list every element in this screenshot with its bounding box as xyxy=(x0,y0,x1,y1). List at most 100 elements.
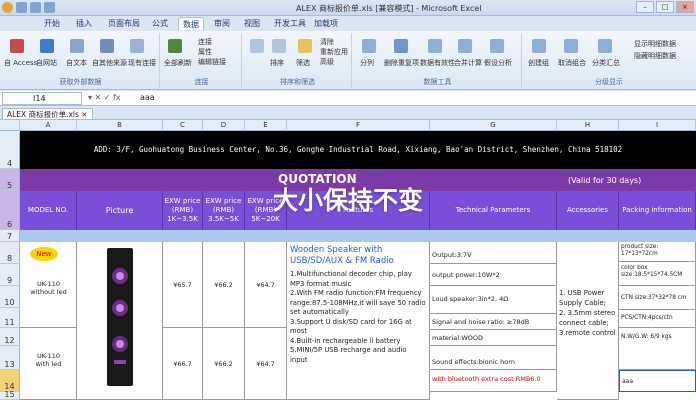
remove-duplicates-button[interactable]: 删除重复项 xyxy=(384,58,419,68)
column-header-h[interactable]: H xyxy=(557,120,619,131)
sort-icon[interactable] xyxy=(272,39,286,53)
properties-button[interactable]: 属性 xyxy=(198,47,212,57)
sort-az-icon[interactable] xyxy=(250,39,264,53)
web-icon[interactable] xyxy=(40,39,54,53)
show-detail-button[interactable]: 显示明细数据 xyxy=(634,39,676,49)
group-icon[interactable] xyxy=(532,39,546,53)
picture-cell[interactable] xyxy=(77,242,163,400)
what-if-icon[interactable] xyxy=(490,39,504,53)
tech-cell-6[interactable]: Sound effects:bionic horn xyxy=(430,346,557,370)
header-packing[interactable]: Packing information xyxy=(619,191,696,230)
advanced-button[interactable]: 高级 xyxy=(320,57,334,67)
text-to-columns-icon[interactable] xyxy=(362,39,376,53)
from-web-button[interactable]: 自网站 xyxy=(36,58,57,68)
column-header-d[interactable]: D xyxy=(203,120,245,131)
filter-icon[interactable] xyxy=(298,39,312,53)
packing-cell-selected[interactable]: aaa xyxy=(619,370,696,392)
quick-access-toolbar[interactable] xyxy=(2,2,55,13)
subtotal-icon[interactable] xyxy=(598,39,612,53)
row-header-5[interactable]: 5 xyxy=(0,169,20,191)
office-button-icon[interactable] xyxy=(2,2,13,13)
tech-cell-1[interactable]: Output:3.7V xyxy=(430,242,557,264)
sort-button[interactable]: 排序 xyxy=(270,58,284,68)
refresh-all-icon[interactable] xyxy=(168,39,182,53)
existing-connections-icon[interactable] xyxy=(130,39,144,53)
row-header-15[interactable]: 15 xyxy=(0,390,20,400)
data-validation-icon[interactable] xyxy=(428,39,442,53)
tech-cell-5[interactable]: material:WOOD xyxy=(430,330,557,346)
select-all-corner[interactable] xyxy=(0,120,20,131)
packing-cell-3[interactable]: CTN size:37*32*78 cm xyxy=(619,286,696,310)
price-cell-2b[interactable]: ¥66.2 xyxy=(203,328,245,400)
from-text-button[interactable]: 自文本 xyxy=(66,58,87,68)
packing-cell-5[interactable]: N.W/G.W: 6/9 kgs xyxy=(619,328,696,370)
hide-detail-button[interactable]: 隐藏明细数据 xyxy=(634,51,676,61)
tab-review[interactable]: 审阅 xyxy=(210,17,234,30)
close-button[interactable]: × xyxy=(676,1,694,13)
formula-icons[interactable]: ▾ ✕ ✓ fx xyxy=(88,93,121,102)
row-header-14[interactable]: 14 xyxy=(0,370,20,392)
tab-page-layout[interactable]: 页面布局 xyxy=(104,17,144,30)
tab-view[interactable]: 视图 xyxy=(240,17,264,30)
price-cell-2a[interactable]: ¥66.7 xyxy=(163,328,203,400)
column-header-f[interactable]: F xyxy=(287,120,430,131)
tab-developer[interactable]: 开发工具 xyxy=(270,17,310,30)
header-model[interactable]: MODEL NO. xyxy=(20,191,77,230)
header-picture[interactable]: Picture xyxy=(77,191,163,230)
clear-button[interactable]: 清除 xyxy=(320,37,334,47)
tab-home[interactable]: 开始 xyxy=(40,17,64,30)
price-cell-2c[interactable]: ¥64.7 xyxy=(245,328,287,400)
ungroup-icon[interactable] xyxy=(564,39,578,53)
minimize-button[interactable]: – xyxy=(636,1,654,13)
edit-links-button[interactable]: 编辑链接 xyxy=(198,57,226,67)
data-validation-button[interactable]: 数据有效性 xyxy=(420,58,455,68)
column-header-i[interactable]: I xyxy=(619,120,696,131)
from-access-button[interactable]: 自 Access xyxy=(4,58,37,68)
model-cell-2[interactable]: UK-110 with led xyxy=(20,328,77,400)
access-icon[interactable] xyxy=(10,39,24,53)
tech-cell-4[interactable]: Signal and noise ratio: ≥78dB xyxy=(430,314,557,330)
column-header-e[interactable]: E xyxy=(245,120,287,131)
price-cell-1b[interactable]: ¥66.2 xyxy=(203,242,245,328)
row-header-13[interactable]: 13 xyxy=(0,346,20,370)
refresh-all-button[interactable]: 全部刷新 xyxy=(164,58,192,68)
existing-connections-button[interactable]: 现有连接 xyxy=(128,58,156,68)
column-header-c[interactable]: C xyxy=(163,120,203,131)
consolidate-button[interactable]: 合并计算 xyxy=(454,58,482,68)
tab-formulas[interactable]: 公式 xyxy=(148,17,172,30)
what-if-button[interactable]: 假设分析 xyxy=(484,58,512,68)
redo-icon[interactable] xyxy=(44,2,55,13)
text-to-columns-button[interactable]: 分列 xyxy=(360,58,374,68)
group-button[interactable]: 创建组 xyxy=(528,58,549,68)
workbook-tab[interactable]: ALEX 商标报价单.xls × xyxy=(2,108,93,120)
row-header-12[interactable]: 12 xyxy=(0,328,20,346)
name-box[interactable]: I14 xyxy=(2,92,82,105)
features-cell[interactable]: Wooden Speaker with USB/SD/AUX & FM Radi… xyxy=(287,242,430,400)
row-header-11[interactable]: 11 xyxy=(0,308,20,328)
tab-data[interactable]: 数据 xyxy=(178,17,204,30)
valid-note[interactable]: (Valid for 30 days) xyxy=(568,176,641,185)
consolidate-icon[interactable] xyxy=(458,39,472,53)
remove-duplicates-icon[interactable] xyxy=(394,39,408,53)
header-technical[interactable]: Technical Parameters xyxy=(430,191,557,230)
column-header-g[interactable]: G xyxy=(430,120,557,131)
row-header-10[interactable]: 10 xyxy=(0,286,20,308)
subtotal-button[interactable]: 分类汇总 xyxy=(592,58,620,68)
maximize-button[interactable]: □ xyxy=(656,1,674,13)
tab-insert[interactable]: 插入 xyxy=(72,17,96,30)
tech-cell-2[interactable]: output power:10W*2 xyxy=(430,264,557,286)
model-cell-1[interactable]: New UK-110 without led xyxy=(20,242,77,328)
text-file-icon[interactable] xyxy=(70,39,84,53)
packing-cell-4[interactable]: PCS/CTN:4pcs/ctn xyxy=(619,310,696,328)
connections-button[interactable]: 连接 xyxy=(198,37,212,47)
price-cell-1a[interactable]: ¥65.7 xyxy=(163,242,203,328)
row-header-8[interactable]: 8 xyxy=(0,242,20,264)
tech-cell-7[interactable]: with bluetooth extra cost RMB6.0 xyxy=(430,370,557,392)
row-header-6[interactable]: 6 xyxy=(0,191,20,230)
tab-addins[interactable]: 加载项 xyxy=(310,17,342,30)
window-controls[interactable]: – □ × xyxy=(636,1,694,13)
column-header-a[interactable]: A xyxy=(20,120,77,131)
reapply-button[interactable]: 重新应用 xyxy=(320,47,348,57)
address-cell[interactable]: ADD: 3/F, Guohuatong Business Center, No… xyxy=(20,131,696,169)
price-cell-1c[interactable]: ¥64.7 xyxy=(245,242,287,328)
